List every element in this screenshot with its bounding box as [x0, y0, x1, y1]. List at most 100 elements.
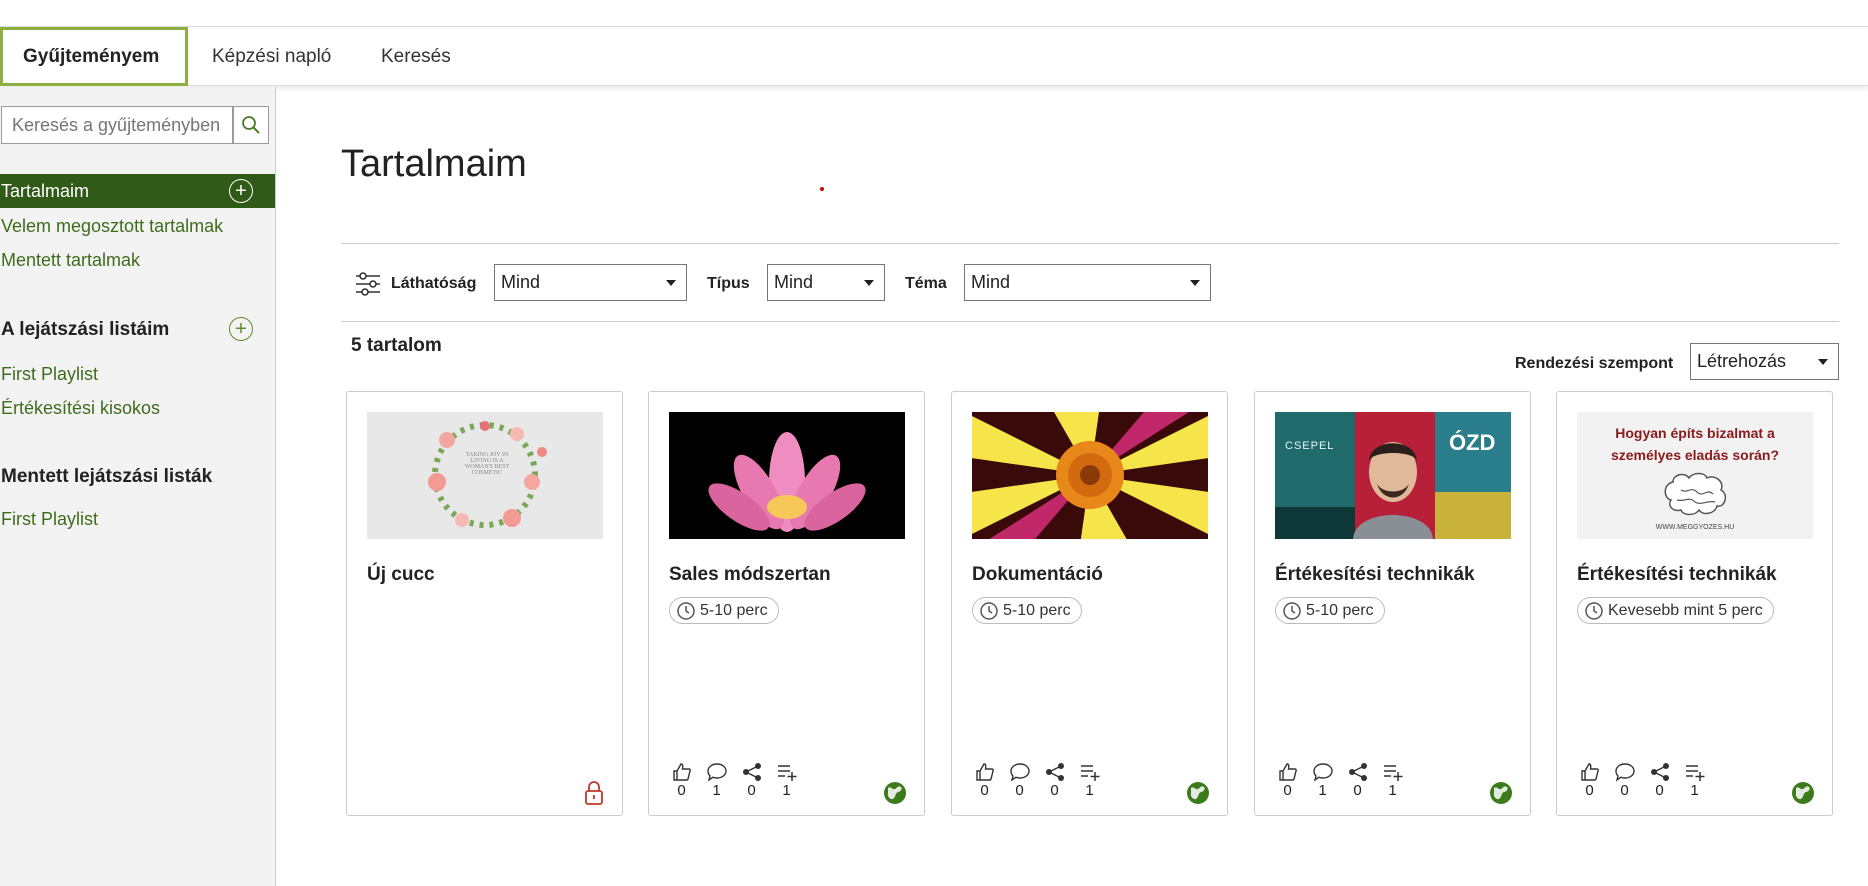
content-card[interactable]: TAKING JOY IN LIVING IS A WOMAN'S BEST C… — [346, 391, 623, 816]
playlist-add-icon — [1080, 765, 1099, 781]
plus-icon: + — [235, 318, 247, 340]
brain-icon — [1664, 472, 1727, 516]
card-title[interactable]: Új cucc — [367, 564, 435, 586]
comment-icon — [1614, 763, 1635, 782]
playlist-add-icon — [1685, 765, 1704, 781]
card-stats: 0 0 0 1 — [1577, 762, 1707, 799]
type-label: Típus — [707, 275, 750, 292]
card-title[interactable]: Értékesítési technikák — [1577, 564, 1777, 586]
clock-icon — [677, 602, 695, 620]
thumb-question: Hogyan építs bizalmat a személyes eladás… — [1610, 425, 1780, 463]
sidebar: Tartalmaim + Velem megosztott tartalmak … — [0, 87, 276, 886]
duration-text: 5-10 perc — [1306, 602, 1374, 619]
tab-kepzesi-naplo[interactable]: Képzési napló — [188, 27, 355, 86]
add-to-playlist-stat[interactable]: 1 — [1380, 762, 1405, 799]
add-count: 1 — [1690, 782, 1699, 799]
select-value: Mind — [774, 272, 814, 292]
comment-stat[interactable]: 1 — [704, 762, 729, 799]
visibility-select[interactable]: Mind — [494, 264, 687, 301]
card-title[interactable]: Sales módszertan — [669, 564, 831, 586]
comment-icon — [706, 763, 727, 782]
result-count: 5 tartalom — [351, 335, 442, 356]
playlists-heading: A lejátszási listáim — [1, 319, 170, 340]
tab-kereses[interactable]: Keresés — [357, 27, 475, 86]
share-stat[interactable]: 0 — [1042, 762, 1067, 799]
top-bar — [0, 0, 1868, 27]
add-to-playlist-stat[interactable]: 1 — [774, 762, 799, 799]
card-thumbnail: CSEPEL ÓZD — [1275, 412, 1511, 539]
like-count: 0 — [980, 782, 989, 799]
visibility-label: Láthatóság — [391, 275, 477, 292]
add-count: 1 — [1388, 782, 1397, 799]
like-stat[interactable]: 0 — [972, 762, 997, 799]
content-card[interactable]: Sales módszertan 5-10 perc 0 1 0 1 — [648, 391, 925, 816]
like-stat[interactable]: 0 — [1577, 762, 1602, 799]
comment-icon — [1312, 763, 1333, 782]
share-count: 0 — [1655, 782, 1664, 799]
globe-icon — [884, 782, 906, 804]
content-card[interactable]: CSEPEL ÓZD Értékesítési technikák 5-10 p… — [1254, 391, 1531, 816]
chevron-down-icon — [1818, 359, 1828, 365]
topic-label: Téma — [905, 275, 947, 292]
select-value: Mind — [501, 272, 541, 292]
share-icon — [1045, 763, 1064, 781]
divider — [341, 321, 1839, 322]
thumb-quote: TAKING JOY IN LIVING IS A WOMAN'S BEST C… — [464, 452, 510, 476]
duration-badge: Kevesebb mint 5 perc — [1577, 597, 1774, 624]
add-count: 1 — [782, 782, 791, 799]
share-count: 0 — [747, 782, 756, 799]
card-stats: 0 1 0 1 — [1275, 762, 1405, 799]
thumb-text-right: ÓZD — [1449, 430, 1496, 455]
add-to-playlist-stat[interactable]: 1 — [1682, 762, 1707, 799]
thumb-url: WWW.MEGGYOZES.HU — [1655, 524, 1735, 531]
comment-stat[interactable]: 0 — [1612, 762, 1637, 799]
filter-settings-icon — [356, 272, 380, 296]
sidebar-item-shared[interactable]: Velem megosztott tartalmak — [0, 209, 223, 243]
share-stat[interactable]: 0 — [739, 762, 764, 799]
thumbs-up-icon — [1580, 763, 1599, 781]
globe-icon — [1792, 782, 1814, 804]
collection-search-input[interactable] — [1, 106, 233, 144]
content-card[interactable]: Hogyan építs bizalmat a személyes eladás… — [1556, 391, 1833, 816]
sidebar-item-saved[interactable]: Mentett tartalmak — [0, 243, 140, 277]
like-stat[interactable]: 0 — [669, 762, 694, 799]
share-stat[interactable]: 0 — [1647, 762, 1672, 799]
saved-playlist-item[interactable]: First Playlist — [0, 502, 98, 536]
thumbs-up-icon — [975, 763, 994, 781]
playlist-add-icon — [1383, 765, 1402, 781]
share-count: 0 — [1353, 782, 1362, 799]
share-icon — [1348, 763, 1367, 781]
comment-stat[interactable]: 1 — [1310, 762, 1335, 799]
comment-icon — [1009, 763, 1030, 782]
comment-stat[interactable]: 0 — [1007, 762, 1032, 799]
playlist-item[interactable]: First Playlist — [0, 357, 98, 391]
clock-icon — [1585, 602, 1603, 620]
card-title[interactable]: Értékesítési technikák — [1275, 564, 1475, 586]
add-content-button[interactable]: + — [229, 179, 253, 203]
like-stat[interactable]: 0 — [1275, 762, 1300, 799]
main-tabs: Gyűjteményem Képzési napló Keresés — [0, 27, 1868, 86]
tab-gyujtemenyem[interactable]: Gyűjteményem — [0, 27, 188, 86]
gazania-flower-icon — [972, 412, 1208, 539]
comment-count: 1 — [1318, 782, 1327, 799]
chevron-down-icon — [666, 280, 676, 286]
cursor-dot — [820, 187, 824, 191]
add-to-playlist-stat[interactable]: 1 — [1077, 762, 1102, 799]
duration-text: 5-10 perc — [1003, 602, 1071, 619]
share-stat[interactable]: 0 — [1345, 762, 1370, 799]
search-button[interactable] — [233, 106, 269, 144]
thumbs-up-icon — [1278, 763, 1297, 781]
playlist-item[interactable]: Értékesítési kisokos — [0, 391, 160, 425]
search-icon — [242, 116, 260, 134]
select-value: Mind — [971, 272, 1011, 292]
type-select[interactable]: Mind — [767, 264, 885, 301]
sort-select[interactable]: Létrehozás — [1690, 343, 1839, 380]
clock-icon — [1283, 602, 1301, 620]
content-card[interactable]: Dokumentáció 5-10 perc 0 0 0 1 — [951, 391, 1228, 816]
divider — [341, 243, 1839, 244]
globe-icon — [1490, 782, 1512, 804]
select-value: Létrehozás — [1697, 351, 1787, 371]
card-title[interactable]: Dokumentáció — [972, 564, 1103, 586]
add-playlist-button[interactable]: + — [229, 317, 253, 341]
topic-select[interactable]: Mind — [964, 264, 1211, 301]
